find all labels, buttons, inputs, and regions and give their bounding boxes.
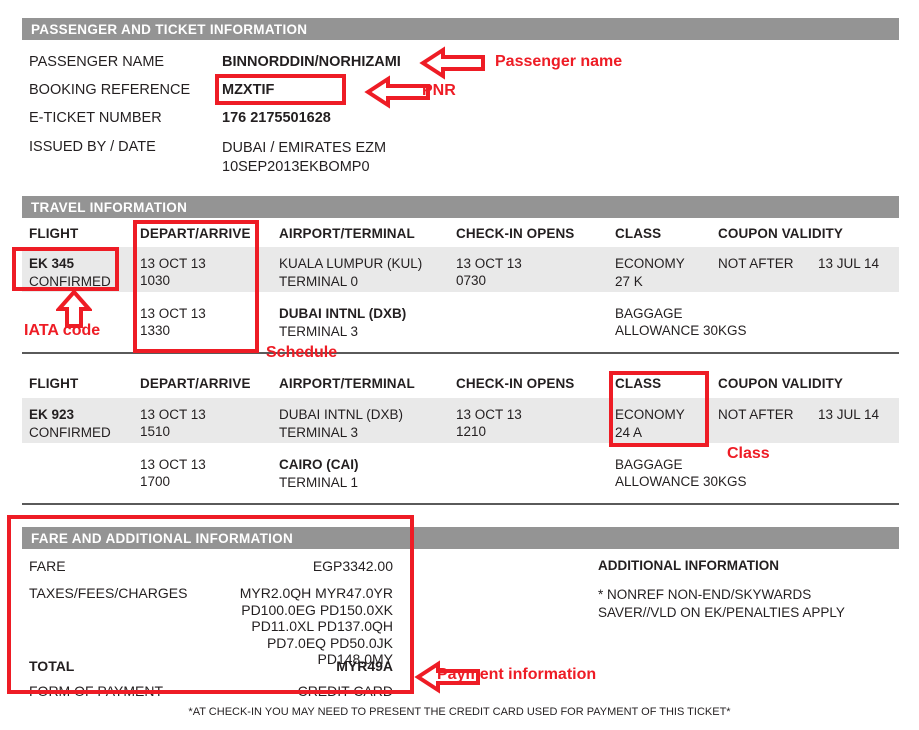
section-header-passenger: PASSENGER AND TICKET INFORMATION	[22, 18, 899, 40]
flight-checkin-2: 13 OCT 13 1210	[456, 406, 522, 440]
flight-number-2: EK 923	[29, 406, 74, 423]
column-header-class-1: CLASS	[615, 226, 661, 241]
flight-depart-terminal-1: TERMINAL 0	[279, 273, 358, 290]
form-of-payment-value: CREDIT CARD	[200, 683, 393, 700]
column-header-checkin-2: CHECK-IN OPENS	[456, 376, 574, 391]
column-header-depart-arrive-1: DEPART/ARRIVE	[140, 226, 251, 241]
flight-arrive-airport-2: CAIRO (CAI)	[279, 456, 359, 473]
issued-by-date-value: DUBAI / EMIRATES EZM 10SEP2013EKBOMP0	[222, 139, 386, 177]
flight-depart-datetime-2: 13 OCT 13 1510	[140, 406, 206, 440]
flight-number-1: EK 345	[29, 255, 74, 272]
flight-seat-2: 24 A	[615, 424, 642, 441]
credit-card-footnote: *AT CHECK-IN YOU MAY NEED TO PRESENT THE…	[0, 706, 919, 718]
flight-checkin-1: 13 OCT 13 0730	[456, 255, 522, 289]
booking-reference-label: BOOKING REFERENCE	[29, 82, 190, 98]
column-header-checkin-1: CHECK-IN OPENS	[456, 226, 574, 241]
additional-information-body: * NONREF NON-END/SKYWARDS SAVER//VLD ON …	[598, 586, 845, 622]
booking-reference-value: MZXTIF	[222, 82, 274, 98]
flight-arrive-datetime-1: 13 OCT 13 1330	[140, 305, 206, 339]
eticket-number-label: E-TICKET NUMBER	[29, 110, 162, 126]
annotation-label-pnr: PNR	[422, 82, 456, 100]
flight-divider-1	[22, 352, 899, 354]
flight-depart-airport-2: DUBAI INTNL (DXB)	[279, 406, 403, 423]
flight-coupon-date-2: 13 JUL 14	[818, 406, 879, 423]
column-header-airport-terminal-2: AIRPORT/TERMINAL	[279, 376, 415, 391]
flight-status-1: CONFIRMED	[29, 273, 111, 290]
flight-divider-2	[22, 503, 899, 505]
flight-depart-terminal-2: TERMINAL 3	[279, 424, 358, 441]
annotation-label-payment-information: Payment information	[437, 666, 596, 684]
annotation-label-passenger-name: Passenger name	[495, 53, 622, 71]
flight-class-1: ECONOMY	[615, 255, 685, 272]
total-value: MYR49A	[200, 658, 393, 675]
flight-coupon-validity-1: NOT AFTER	[718, 255, 794, 272]
flight-depart-datetime-1: 13 OCT 13 1030	[140, 255, 206, 289]
eticket-document: PASSENGER AND TICKET INFORMATION PASSENG…	[0, 0, 919, 730]
flight-arrive-terminal-1: TERMINAL 3	[279, 323, 358, 340]
taxes-fees-charges-value: MYR2.0QH MYR47.0YR PD100.0EG PD150.0XK P…	[200, 585, 393, 668]
flight-baggage-1: BAGGAGE ALLOWANCE 30KGS	[615, 305, 747, 339]
annotation-label-class: Class	[727, 445, 770, 463]
flight-arrive-terminal-2: TERMINAL 1	[279, 474, 358, 491]
column-header-coupon-validity-1: COUPON VALIDITY	[718, 226, 843, 241]
column-header-flight-2: FLIGHT	[29, 376, 78, 391]
flight-coupon-date-1: 13 JUL 14	[818, 255, 879, 272]
fare-value: EGP3342.00	[200, 558, 393, 575]
flight-depart-airport-1: KUALA LUMPUR (KUL)	[279, 255, 422, 272]
fare-label: FARE	[29, 558, 66, 574]
column-header-class-2: CLASS	[615, 376, 661, 391]
flight-status-2: CONFIRMED	[29, 424, 111, 441]
total-label: TOTAL	[29, 658, 74, 674]
column-header-airport-terminal-1: AIRPORT/TERMINAL	[279, 226, 415, 241]
flight-arrive-datetime-2: 13 OCT 13 1700	[140, 456, 206, 490]
passenger-name-value: BINNORDDIN/NORHIZAMI	[222, 54, 401, 70]
additional-information-title: ADDITIONAL INFORMATION	[598, 558, 779, 573]
form-of-payment-label: FORM OF PAYMENT	[29, 683, 163, 699]
annotation-label-iata-code: IATA code	[24, 322, 100, 340]
taxes-fees-charges-label: TAXES/FEES/CHARGES	[29, 585, 187, 601]
flight-coupon-validity-2: NOT AFTER	[718, 406, 794, 423]
issued-by-date-label: ISSUED BY / DATE	[29, 139, 156, 155]
annotation-label-schedule: Schedule	[266, 344, 337, 362]
column-header-coupon-validity-2: COUPON VALIDITY	[718, 376, 843, 391]
flight-class-2: ECONOMY	[615, 406, 685, 423]
flight-arrive-airport-1: DUBAI INTNL (DXB)	[279, 305, 406, 322]
column-header-depart-arrive-2: DEPART/ARRIVE	[140, 376, 251, 391]
section-header-travel: TRAVEL INFORMATION	[22, 196, 899, 218]
section-header-fare: FARE AND ADDITIONAL INFORMATION	[22, 527, 899, 549]
passenger-name-label: PASSENGER NAME	[29, 54, 164, 70]
column-header-flight-1: FLIGHT	[29, 226, 78, 241]
flight-seat-1: 27 K	[615, 273, 643, 290]
eticket-number-value: 176 2175501628	[222, 110, 331, 126]
